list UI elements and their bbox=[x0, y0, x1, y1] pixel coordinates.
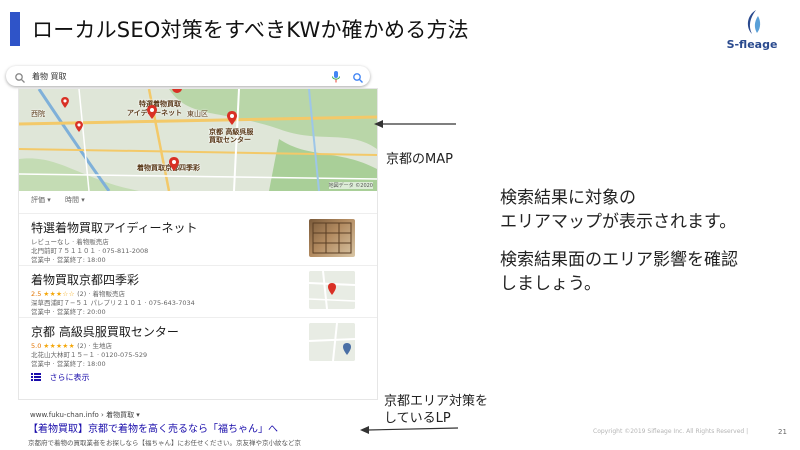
logo-sail-icon bbox=[747, 10, 761, 34]
description-line: 検索結果面のエリア影響を確認 bbox=[500, 250, 738, 270]
local-listing[interactable]: 着物買取京都四季彩 2.5 ★★★☆☆ (2) · 着物販売店 深草西浦町７−５… bbox=[19, 265, 377, 317]
map-credit: 地図データ ©2020 bbox=[328, 182, 373, 189]
local-listing[interactable]: 京都 高級呉服買取センター 5.0 ★★★★★ (2) · 生地店 北花山大林町… bbox=[19, 317, 377, 369]
title-accent-bar bbox=[10, 12, 20, 46]
microphone-icon[interactable] bbox=[331, 69, 341, 88]
map-pin-icon[interactable] bbox=[147, 105, 157, 119]
map-label: 東山区 bbox=[187, 110, 208, 118]
listing-name[interactable]: 京都 高級呉服買取センター bbox=[31, 323, 179, 340]
listing-hours: 営業中 · 営業終了: 18:00 bbox=[31, 256, 106, 264]
listing-map-thumbnail[interactable] bbox=[309, 323, 355, 361]
local-map[interactable]: 特選着物買取 アイディーネット 京都 高級呉服 買取センター 着物買取京都四季彩… bbox=[19, 89, 377, 191]
listing-name[interactable]: 特選着物買取アイディーネット bbox=[31, 219, 198, 236]
list-icon bbox=[31, 372, 41, 383]
lp-caption-line: しているLP bbox=[384, 411, 451, 426]
listing-hours: 営業中 · 営業終了: 20:00 bbox=[31, 308, 106, 316]
filter-hours-dropdown[interactable]: 時間 ▾ bbox=[65, 196, 85, 204]
organic-result-url[interactable]: www.fuku-chan.info › 着物買取 ▾ bbox=[30, 410, 140, 420]
search-bar[interactable] bbox=[6, 66, 370, 86]
copyright-text: Copyright ©2019 Sifleage Inc. All Rights… bbox=[593, 428, 749, 435]
map-pin-icon[interactable] bbox=[227, 111, 237, 125]
map-graphic bbox=[19, 89, 377, 191]
show-more-label[interactable]: さらに表示 bbox=[50, 373, 90, 382]
local-listing[interactable]: 特選着物買取アイディーネット レビューなし · 着物販売店 北門前町７５１１０１… bbox=[19, 213, 377, 265]
logo-text: S-fleage bbox=[726, 38, 778, 51]
map-caption: 京都のMAP bbox=[386, 152, 453, 167]
organic-result-snippet: 京都府で着物の買取業者をお探しなら【福ちゃん】にお任せください。京友禅や京小紋な… bbox=[28, 439, 301, 447]
search-input[interactable] bbox=[32, 68, 312, 84]
listing-photo-thumbnail[interactable] bbox=[309, 219, 355, 257]
description-line: 検索結果に対象の bbox=[500, 188, 636, 208]
listing-hours: 営業中 · 営業終了: 18:00 bbox=[31, 360, 106, 368]
map-label: 西院 bbox=[31, 110, 45, 118]
map-label: 買取センター bbox=[209, 136, 251, 144]
listing-map-thumbnail[interactable] bbox=[309, 271, 355, 309]
filter-rating-dropdown[interactable]: 評価 ▾ bbox=[31, 196, 51, 204]
search-button-icon[interactable] bbox=[352, 69, 364, 88]
filter-row: 評価 ▾ 時間 ▾ bbox=[31, 195, 97, 205]
show-more-link[interactable]: さらに表示 bbox=[31, 372, 90, 383]
local-results-panel: 特選着物買取 アイディーネット 京都 高級呉服 買取センター 着物買取京都四季彩… bbox=[18, 88, 378, 400]
organic-result-title[interactable]: 【着物買取】京都で着物を高く売るなら「福ちゃん」へ bbox=[28, 420, 278, 435]
company-logo: S-fleage bbox=[722, 8, 782, 56]
arrow-to-map-icon bbox=[374, 120, 456, 128]
description-line: エリアマップが表示されます。 bbox=[500, 212, 737, 232]
page-number: 21 bbox=[778, 428, 787, 436]
map-pin-icon[interactable] bbox=[75, 121, 83, 132]
listing-name[interactable]: 着物買取京都四季彩 bbox=[31, 271, 139, 288]
description-line: しましょう。 bbox=[500, 274, 601, 294]
slide: ローカルSEO対策をすべきKWか確かめる方法 S-fleage 着物 買取 特選… bbox=[0, 0, 800, 450]
lp-caption-line: 京都エリア対策を bbox=[384, 394, 489, 409]
description-text: 検索結果に対象の エリアマップが表示されます。 検索結果面のエリア影響を確認 し… bbox=[500, 186, 738, 310]
search-icon bbox=[14, 69, 26, 88]
slide-title: ローカルSEO対策をすべきKWか確かめる方法 bbox=[32, 18, 469, 42]
lp-caption: 京都エリア対策を しているLP bbox=[384, 393, 488, 427]
map-pin-icon[interactable] bbox=[169, 157, 179, 171]
map-pin-icon[interactable] bbox=[61, 97, 69, 108]
